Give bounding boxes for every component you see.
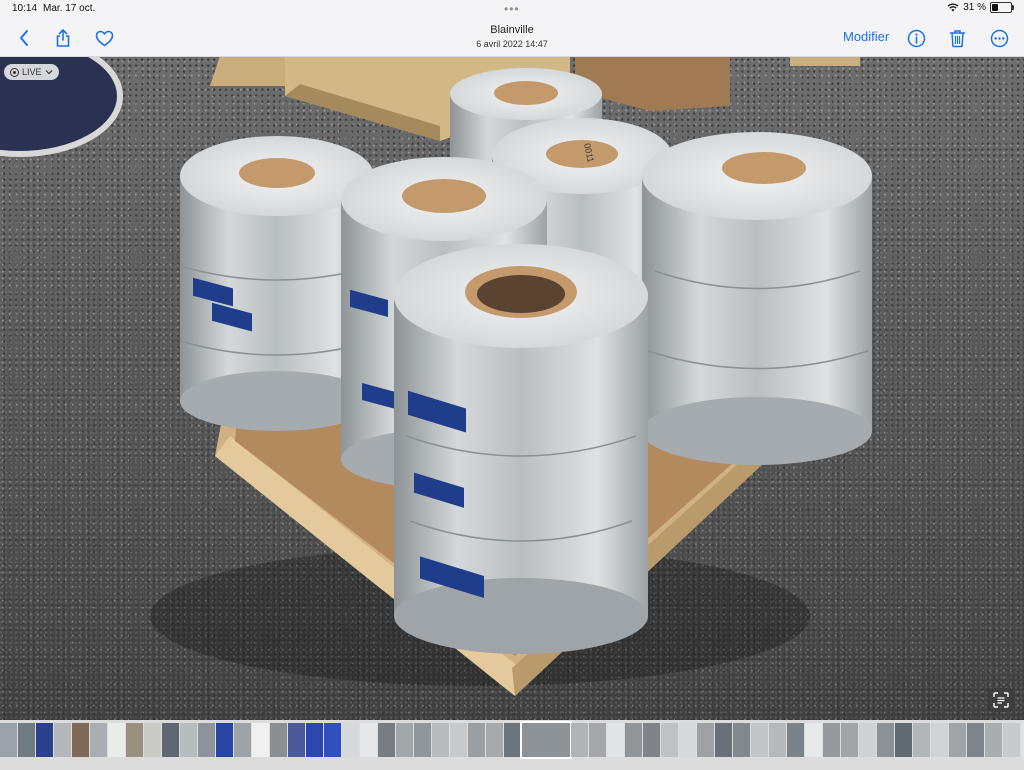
photo-viewer[interactable]: LIVE 0011 bbox=[0, 56, 1024, 720]
thumbnail[interactable] bbox=[679, 723, 696, 757]
thumbnail[interactable] bbox=[967, 723, 984, 757]
thumbnail[interactable] bbox=[733, 723, 750, 757]
thumbnail[interactable] bbox=[607, 723, 624, 757]
multitasking-grabber[interactable]: ••• bbox=[504, 2, 520, 16]
thumbnail[interactable] bbox=[504, 723, 521, 757]
thumbnail[interactable] bbox=[144, 723, 161, 757]
thumbnail[interactable] bbox=[697, 723, 714, 757]
live-photo-icon bbox=[10, 67, 19, 77]
status-date: Mar. 17 oct. bbox=[43, 3, 96, 14]
thumbnail[interactable] bbox=[90, 723, 107, 757]
thumbnail[interactable] bbox=[805, 723, 822, 757]
thumbnail[interactable] bbox=[841, 723, 858, 757]
wifi-icon bbox=[947, 3, 959, 12]
thumbnail[interactable] bbox=[949, 723, 966, 757]
thumbnail[interactable] bbox=[72, 723, 89, 757]
thumbnail[interactable] bbox=[823, 723, 840, 757]
thumbnail[interactable] bbox=[360, 723, 377, 757]
thumbnail[interactable] bbox=[198, 723, 215, 757]
thumbnail[interactable] bbox=[859, 723, 876, 757]
thumbnail[interactable] bbox=[306, 723, 323, 757]
thumbnail[interactable] bbox=[895, 723, 912, 757]
battery-percent: 31 % bbox=[963, 2, 986, 13]
thumbnail[interactable] bbox=[0, 723, 17, 757]
more-icon bbox=[990, 29, 1008, 47]
thumbnail[interactable] bbox=[589, 723, 606, 757]
thumbnail[interactable] bbox=[877, 723, 894, 757]
thumbnail[interactable] bbox=[396, 723, 413, 757]
photo-image: 0011 bbox=[0, 56, 1024, 720]
status-time: 10:14 bbox=[12, 3, 38, 14]
top-bar: 10:14 Mar. 17 oct. ••• 31 % Blainville 6… bbox=[0, 0, 1024, 57]
live-text-icon bbox=[993, 692, 1009, 708]
more-button[interactable] bbox=[987, 26, 1011, 50]
thumbnail[interactable] bbox=[108, 723, 125, 757]
thumbnail[interactable] bbox=[180, 723, 197, 757]
live-label: LIVE bbox=[22, 67, 42, 77]
roll-stack-right bbox=[642, 132, 872, 465]
thumbnail[interactable] bbox=[571, 723, 588, 757]
thumbnail[interactable] bbox=[288, 723, 305, 757]
thumbnail[interactable] bbox=[216, 723, 233, 757]
thumbnail[interactable] bbox=[625, 723, 642, 757]
roll-stack-front bbox=[394, 244, 648, 654]
thumbnail[interactable] bbox=[913, 723, 930, 757]
thumbnail[interactable] bbox=[378, 723, 395, 757]
thumbnail[interactable] bbox=[324, 723, 341, 757]
info-icon bbox=[907, 29, 925, 47]
thumbnail-strip[interactable] bbox=[0, 720, 1024, 770]
thumbnail[interactable] bbox=[715, 723, 732, 757]
thumbnail[interactable] bbox=[787, 723, 804, 757]
live-photo-badge[interactable]: LIVE bbox=[4, 64, 59, 80]
live-text-button[interactable] bbox=[988, 688, 1014, 712]
thumbnail[interactable] bbox=[769, 723, 786, 757]
thumbnail[interactable] bbox=[643, 723, 660, 757]
thumbnail[interactable] bbox=[126, 723, 143, 757]
thumbnail[interactable] bbox=[468, 723, 485, 757]
thumbnail[interactable] bbox=[985, 723, 1002, 757]
thumbnail[interactable] bbox=[1003, 723, 1020, 757]
thumbnail[interactable] bbox=[450, 723, 467, 757]
trash-icon bbox=[949, 29, 965, 47]
delete-button[interactable] bbox=[945, 26, 969, 50]
thumbnail[interactable] bbox=[751, 723, 768, 757]
thumbnail[interactable] bbox=[234, 723, 251, 757]
thumbnail[interactable] bbox=[270, 723, 287, 757]
status-right: 31 % bbox=[947, 2, 1014, 13]
thumbnail-selected[interactable] bbox=[520, 721, 572, 759]
thumbnail[interactable] bbox=[18, 723, 35, 757]
chevron-down-icon bbox=[45, 70, 52, 75]
edit-button[interactable]: Modifier bbox=[843, 29, 889, 44]
info-button[interactable] bbox=[904, 26, 928, 50]
thumbnail[interactable] bbox=[252, 723, 269, 757]
thumbnail[interactable] bbox=[36, 723, 53, 757]
thumbnail[interactable] bbox=[432, 723, 449, 757]
thumbnail[interactable] bbox=[162, 723, 179, 757]
thumbnail[interactable] bbox=[486, 723, 503, 757]
thumbnail[interactable] bbox=[931, 723, 948, 757]
thumbnail[interactable] bbox=[54, 723, 71, 757]
thumbnail[interactable] bbox=[342, 723, 359, 757]
battery-icon bbox=[990, 2, 1014, 13]
thumbnail[interactable] bbox=[414, 723, 431, 757]
thumbnail[interactable] bbox=[661, 723, 678, 757]
